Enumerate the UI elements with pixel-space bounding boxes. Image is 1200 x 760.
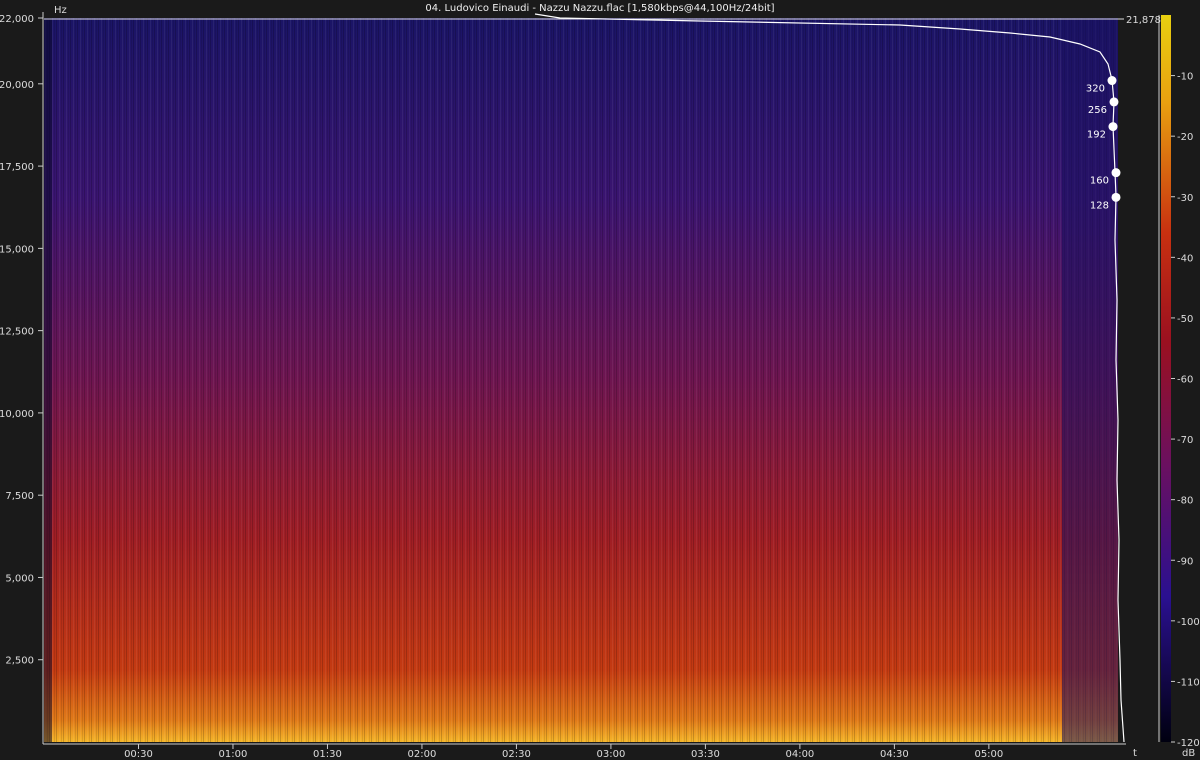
bitrate-label: 192 — [1087, 130, 1106, 141]
colorbar-tick-label: -110 — [1177, 677, 1200, 688]
bitrate-marker-128 — [1111, 192, 1121, 202]
y-tick-label: 15,000 — [0, 244, 34, 255]
spectrogram-chart: Hz t dB 21,878 2,500 5,000 7,500 10,000 12,5… — [0, 5, 1200, 760]
y-tick-label: 5,000 — [5, 573, 34, 584]
colorbar-tick-label: -40 — [1177, 253, 1193, 264]
x-tick-label: 00:30 — [124, 749, 153, 760]
y-tick-label: 22,000 — [0, 14, 34, 25]
colorbar-tick-label: -20 — [1177, 132, 1193, 143]
x-tick-label: 04:00 — [785, 749, 814, 760]
x-axis-unit: t — [1133, 748, 1137, 759]
y-tick-label: 7,500 — [5, 491, 34, 502]
y-tick-label: 12,500 — [0, 327, 34, 338]
x-tick-label: 01:30 — [313, 749, 342, 760]
bitrate-label: 128 — [1090, 200, 1109, 211]
x-tick-label: 03:00 — [597, 749, 626, 760]
colorbar-unit: dB — [1182, 748, 1195, 759]
x-tick-label: 01:00 — [219, 749, 248, 760]
x-tick-label: 02:30 — [502, 749, 531, 760]
bitrate-marker-320 — [1107, 76, 1117, 86]
bitrate-marker-160 — [1111, 168, 1121, 178]
colorbar-tick-label: -60 — [1177, 375, 1193, 386]
bitrate-marker-192 — [1108, 122, 1118, 132]
bitrate-label: 256 — [1088, 105, 1107, 116]
spectrogram-texture — [44, 18, 1118, 742]
colorbar-tick-label: -100 — [1177, 617, 1200, 628]
bitrate-label: 160 — [1090, 176, 1109, 187]
colorbar-tick-label: -70 — [1177, 435, 1193, 446]
colorbar-tick-label: -120 — [1177, 738, 1200, 749]
y-axis-unit: Hz — [54, 5, 67, 16]
colorbar — [1161, 15, 1171, 742]
x-tick-label: 03:30 — [691, 749, 720, 760]
x-tick-label: 05:00 — [974, 749, 1003, 760]
colorbar-tick-label: -90 — [1177, 556, 1193, 567]
y-tick-label: 20,000 — [0, 80, 34, 91]
cutoff-label: 21,878 — [1126, 15, 1161, 26]
y-tick-label: 2,500 — [5, 656, 34, 667]
y-tick-label: 17,500 — [0, 162, 34, 173]
x-tick-label: 04:30 — [880, 749, 909, 760]
x-tick-label: 02:00 — [408, 749, 437, 760]
silence-start — [44, 18, 52, 742]
bitrate-label: 320 — [1086, 84, 1105, 95]
y-tick-label: 10,000 — [0, 409, 34, 420]
colorbar-tick-label: -50 — [1177, 314, 1193, 325]
colorbar-tick-label: -80 — [1177, 496, 1193, 507]
colorbar-tick-label: -30 — [1177, 193, 1193, 204]
bitrate-marker-256 — [1109, 97, 1119, 107]
colorbar-tick-label: -10 — [1177, 72, 1193, 83]
